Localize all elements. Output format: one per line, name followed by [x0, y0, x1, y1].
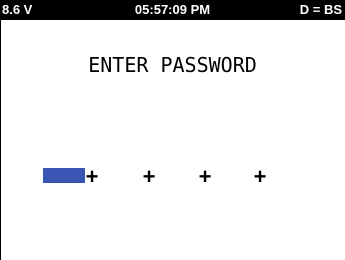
password-slot-1[interactable]: +	[82, 164, 102, 190]
password-slot-4[interactable]: +	[250, 164, 270, 190]
password-slot-3[interactable]: +	[195, 164, 215, 190]
mode-indicator: D = BS	[299, 2, 342, 17]
page-title: ENTER PASSWORD	[88, 53, 257, 77]
status-bar: 8.6 V 05:57:09 PM D = BS	[0, 0, 345, 20]
password-slot-2[interactable]: +	[139, 164, 159, 190]
input-cursor[interactable]	[43, 168, 85, 183]
clock: 05:57:09 PM	[134, 2, 211, 17]
password-screen: 8.6 V 05:57:09 PM D = BS ENTER PASSWORD …	[0, 0, 345, 260]
